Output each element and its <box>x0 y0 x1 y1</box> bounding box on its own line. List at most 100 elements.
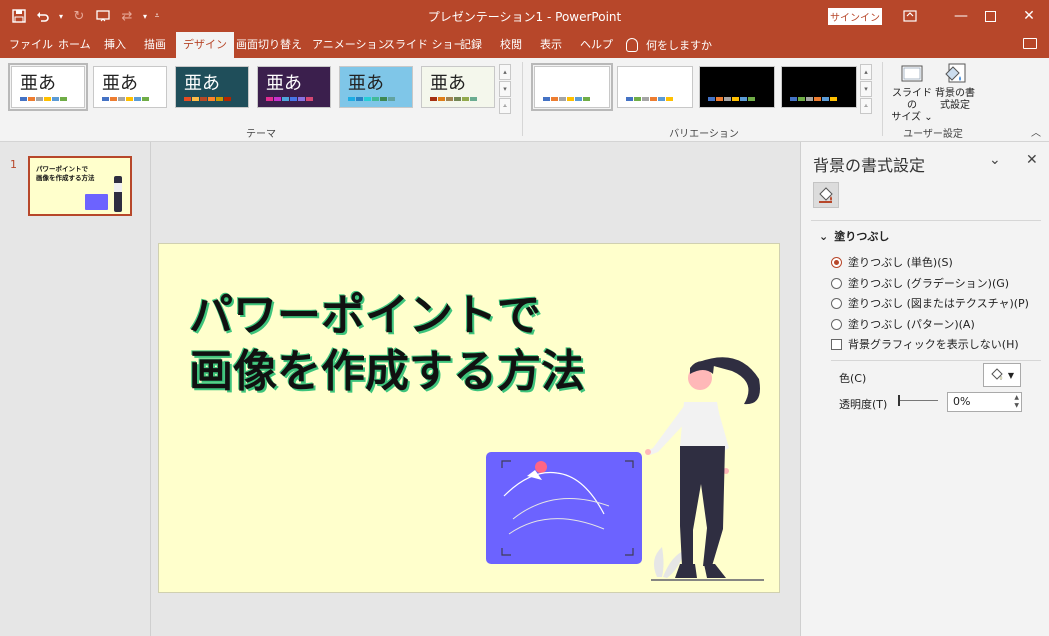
tab-record[interactable]: 記録 <box>453 32 489 58</box>
color-picker-button[interactable]: ▼ <box>983 363 1021 387</box>
title-bar: ▾ ↻ ⇄ ▾ ⩡ プレゼンテーション1 - PowerPoint サインイン … <box>0 0 1049 32</box>
ribbon-design: 亜あ 亜あ 亜あ 亜あ 亜あ 亜あ ▴ ▾ ⩡ テーマ ▴ ▾ ⩡ バリエーショ… <box>0 58 1049 142</box>
present-from-start-icon[interactable] <box>92 5 114 27</box>
themes-group-label: テーマ <box>246 129 276 140</box>
quick-access-toolbar: ▾ ↻ ⇄ ▾ ⩡ <box>8 4 162 28</box>
lightbulb-icon <box>626 38 638 52</box>
redo-icon[interactable]: ↻ <box>68 5 90 27</box>
variants-more-icon[interactable]: ⩡ <box>860 98 872 114</box>
solid-fill-label: 塗りつぶし (単色)(S) <box>848 256 953 269</box>
radio-pattern[interactable] <box>831 318 842 330</box>
thumbnail-title: パワーポイントで 画像を作成する方法 <box>36 165 95 183</box>
tab-help[interactable]: ヘルプ <box>573 32 620 58</box>
slide-size-icon <box>900 62 924 86</box>
pattern-fill-label: 塗りつぶし (パターン)(A) <box>848 318 975 331</box>
tab-insert[interactable]: 挿入 <box>97 32 133 58</box>
tell-me-search[interactable]: 何をしますか <box>626 32 712 58</box>
format-background-icon <box>943 62 967 86</box>
ribbon-tabs: ファイル ホーム 挿入 描画 デザイン 画面切り替え アニメーション スライド … <box>0 32 1049 58</box>
thumbnail-picture <box>85 194 108 210</box>
picture-fill-radio[interactable]: 塗りつぶし (図またはテクスチャ)(P) <box>831 295 1029 311</box>
tab-home[interactable]: ホーム <box>51 32 98 58</box>
checkbox-hide-graphics[interactable] <box>831 338 842 350</box>
hide-graphics-label: 背景グラフィックを表示しない(H) <box>848 338 1019 351</box>
tab-transitions[interactable]: 画面切り替え <box>229 32 309 58</box>
save-icon[interactable] <box>8 5 30 27</box>
group-separator <box>522 62 523 136</box>
tab-view[interactable]: 表示 <box>533 32 569 58</box>
variant-3[interactable] <box>699 66 775 108</box>
spin-arrows-icon[interactable]: ▲ ▼ <box>1014 394 1019 410</box>
pane-title: 背景の書式設定 <box>813 156 926 175</box>
slide-canvas[interactable]: パワーポイントで 画像を作成する方法 <box>158 243 780 593</box>
transparency-slider-handle[interactable] <box>898 395 900 406</box>
slide-size-label: スライドの サイズ ⌄ <box>891 88 933 123</box>
slide-editor: パワーポイントで 画像を作成する方法 <box>152 142 800 636</box>
solid-fill-radio[interactable]: 塗りつぶし (単色)(S) <box>831 254 953 270</box>
format-background-label: 背景の書 式設定 <box>935 88 975 111</box>
gradient-fill-radio[interactable]: 塗りつぶし (グラデーション)(G) <box>831 275 1009 291</box>
thumbnail-title-line1: パワーポイントで <box>36 165 88 173</box>
themes-scroll-down-icon[interactable]: ▾ <box>499 81 511 97</box>
picture-fill-label: 塗りつぶし (図またはテクスチャ)(P) <box>848 297 1029 310</box>
pane-subdivider <box>831 360 1041 361</box>
maximize-icon[interactable] <box>970 0 1010 32</box>
fill-section-header[interactable]: ⌄ 塗りつぶし <box>819 228 889 244</box>
color-dropdown-icon: ▼ <box>1007 370 1015 380</box>
undo-dropdown-icon[interactable]: ▾ <box>56 12 66 21</box>
radio-gradient[interactable] <box>831 277 842 289</box>
tab-draw[interactable]: 描画 <box>137 32 173 58</box>
customize-qat-icon[interactable]: ⩡ <box>152 11 162 21</box>
transparency-slider[interactable] <box>898 400 938 401</box>
comments-icon[interactable] <box>1023 38 1037 49</box>
close-window-icon[interactable]: ✕ <box>1009 0 1049 32</box>
theme-office-2[interactable]: 亜あ <box>93 66 167 108</box>
theme-light-green[interactable]: 亜あ <box>421 66 495 108</box>
theme-pattern-blue[interactable]: 亜あ <box>339 66 413 108</box>
fill-section-label: 塗りつぶし <box>834 230 890 243</box>
variant-1[interactable] <box>531 63 613 111</box>
pattern-fill-radio[interactable]: 塗りつぶし (パターン)(A) <box>831 316 975 332</box>
theme-dark-purple[interactable]: 亜あ <box>257 66 331 108</box>
transparency-spinbox[interactable]: 0% ▲ ▼ <box>947 392 1022 412</box>
slide-thumbnail-1[interactable]: パワーポイントで 画像を作成する方法 <box>28 156 132 216</box>
hide-background-graphics-checkbox[interactable]: 背景グラフィックを表示しない(H) <box>831 336 1019 352</box>
tab-review[interactable]: 校閲 <box>493 32 529 58</box>
slide-thumbnail-pane: 1 パワーポイントで 画像を作成する方法 <box>0 142 151 636</box>
pane-close-icon[interactable]: ✕ <box>1026 152 1038 168</box>
section-chevron-icon: ⌄ <box>819 229 829 243</box>
undo-icon[interactable] <box>32 5 54 27</box>
color-label: 色(C) <box>839 372 867 385</box>
collapse-ribbon-icon[interactable]: ︿ <box>1031 124 1041 139</box>
ribbon-display-options-icon[interactable] <box>890 0 930 32</box>
radio-picture[interactable] <box>831 297 842 309</box>
woman-with-picture-illustration[interactable] <box>159 244 780 593</box>
tell-me-label: 何をしますか <box>646 39 712 52</box>
thumbnail-title-line2: 画像を作成する方法 <box>36 174 95 182</box>
customize-group-label: ユーザー設定 <box>903 129 963 140</box>
format-background-pane: 背景の書式設定 ⌄ ✕ ⌄ 塗りつぶし 塗りつぶし (単色)(S) 塗りつぶし … <box>800 142 1049 636</box>
signin-button[interactable]: サインイン <box>828 8 882 25</box>
radio-solid[interactable] <box>831 256 842 268</box>
pane-divider <box>811 220 1041 221</box>
group-separator <box>882 62 883 136</box>
transparency-value: 0% <box>953 395 971 408</box>
touch-mode-icon[interactable]: ⇄ <box>116 5 138 27</box>
theme-dark-teal[interactable]: 亜あ <box>175 66 249 108</box>
variant-4[interactable] <box>781 66 857 108</box>
pane-options-chevron-icon[interactable]: ⌄ <box>989 152 1001 168</box>
variants-scroll-down-icon[interactable]: ▾ <box>860 81 872 97</box>
variations-group-label: バリエーション <box>669 129 739 140</box>
themes-scroll-up-icon[interactable]: ▴ <box>499 64 511 80</box>
touch-dropdown-icon[interactable]: ▾ <box>140 12 150 21</box>
slide-size-button[interactable]: スライドの サイズ ⌄ <box>889 62 935 124</box>
variants-scroll-up-icon[interactable]: ▴ <box>860 64 872 80</box>
tab-design[interactable]: デザイン <box>176 32 234 58</box>
format-background-button[interactable]: 背景の書 式設定 <box>933 62 977 112</box>
fill-color-icon <box>991 368 1003 381</box>
variant-2[interactable] <box>617 66 693 108</box>
theme-office[interactable]: 亜あ <box>8 63 88 111</box>
themes-more-icon[interactable]: ⩡ <box>499 98 511 114</box>
fill-tab-paint-bucket-icon[interactable] <box>813 182 839 208</box>
transparency-label: 透明度(T) <box>839 398 888 411</box>
